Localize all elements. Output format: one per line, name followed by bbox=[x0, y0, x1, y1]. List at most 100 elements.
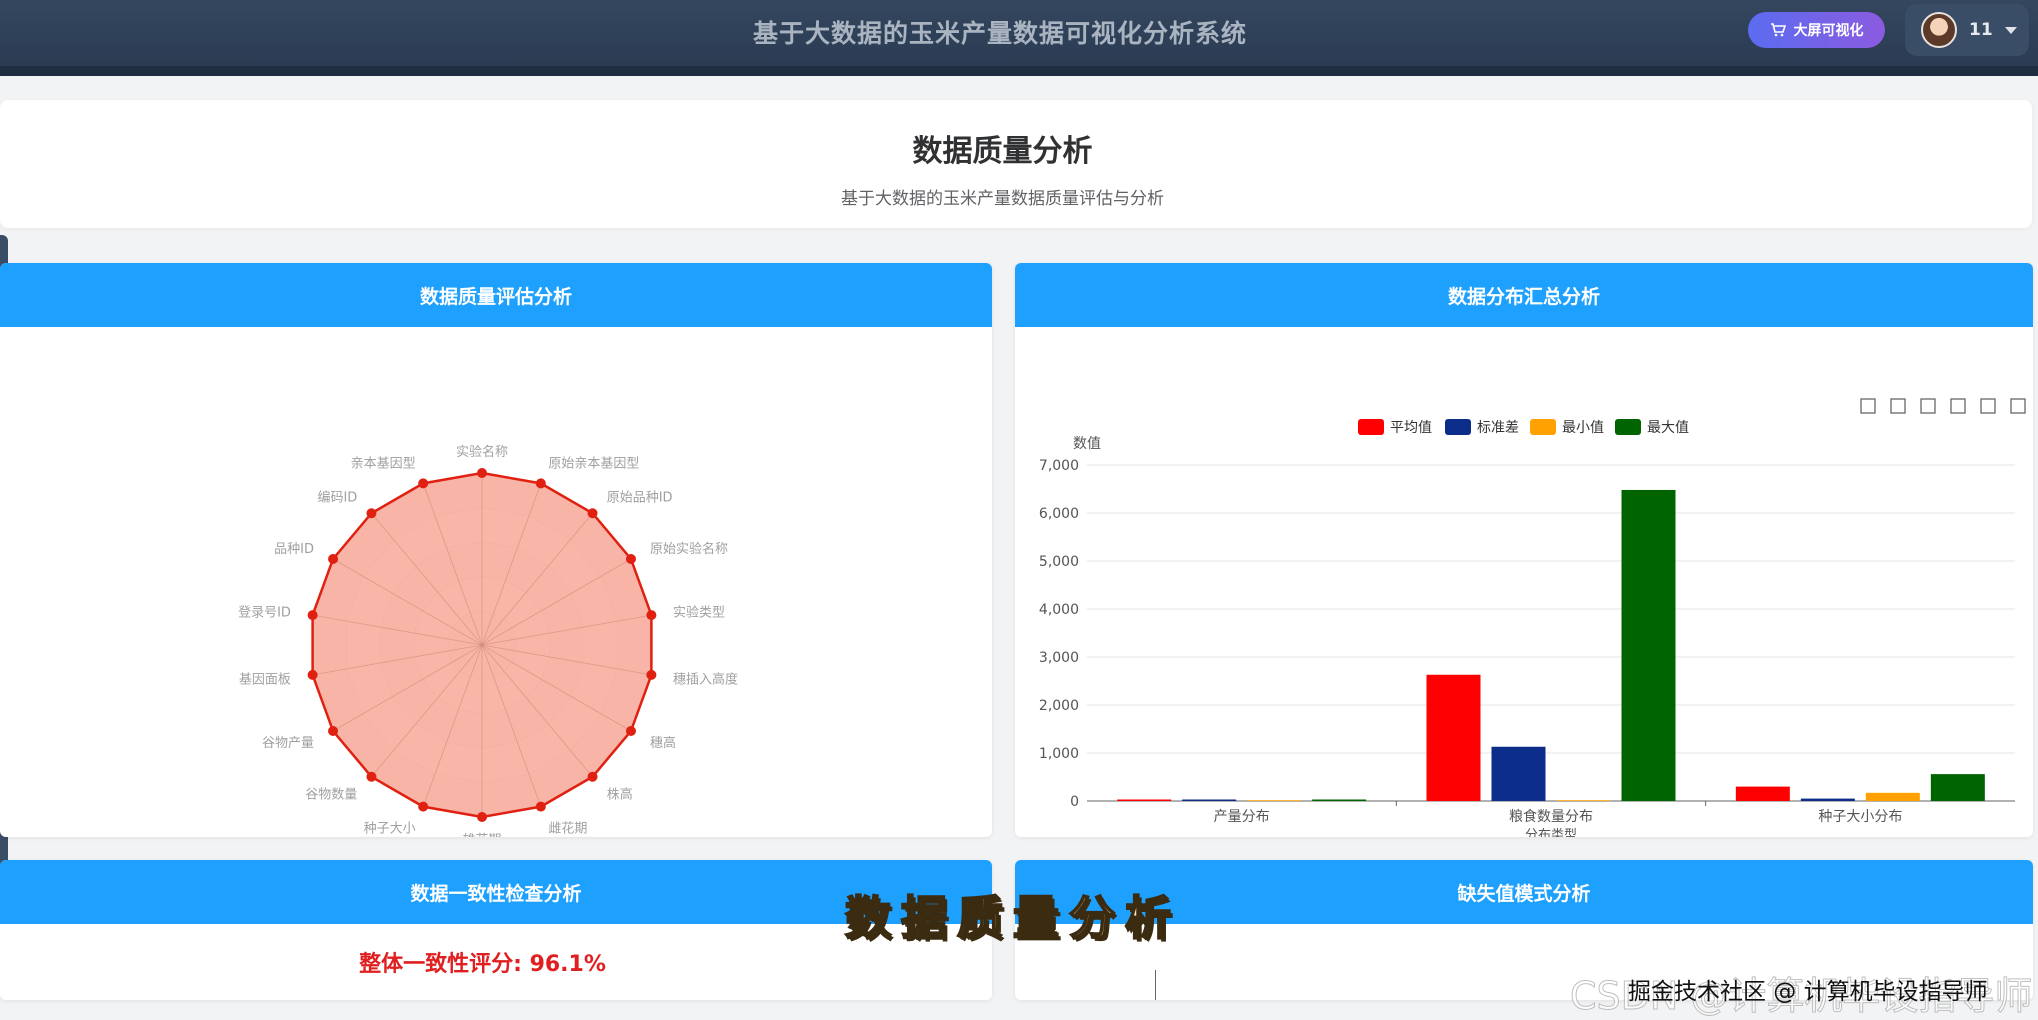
restore-icon bbox=[1920, 398, 1936, 414]
legend-swatch bbox=[1530, 419, 1556, 435]
legend-swatch bbox=[1445, 419, 1471, 435]
user-name: 11 bbox=[1969, 20, 1993, 40]
bar bbox=[1312, 799, 1367, 801]
crop-icon bbox=[1860, 398, 1876, 414]
x-tick-label: 粮食数量分布 bbox=[1509, 808, 1593, 825]
radar-indicator-label: 雌花期 bbox=[548, 820, 587, 836]
bar bbox=[1735, 786, 1790, 801]
radar-indicator-label: 雄花期 bbox=[462, 832, 501, 837]
legend-label: 最小值 bbox=[1562, 420, 1604, 436]
radar-point bbox=[418, 478, 429, 489]
radar-point bbox=[535, 478, 546, 489]
radar-point bbox=[646, 669, 657, 680]
radar-indicator-label: 谷物数量 bbox=[305, 788, 357, 803]
consistency-panel: 数据一致性检查分析 整体一致性评分: 96.1% bbox=[0, 860, 992, 1000]
bar bbox=[1491, 746, 1546, 801]
bar bbox=[1865, 792, 1920, 801]
bar bbox=[1800, 798, 1855, 801]
y-tick-label: 4,000 bbox=[1039, 602, 1079, 618]
toolbox-glyph bbox=[1890, 398, 1906, 414]
radar-indicator-label: 谷物产量 bbox=[262, 736, 314, 751]
page-title: 数据质量分析 bbox=[912, 134, 1093, 169]
radar-indicator-label: 原始品种ID bbox=[607, 490, 673, 505]
quality-panel: 数据质量评估分析 实验名称 原始亲本基因型 原始品种ID 原始实验名称 实验类型 穗插入高… bbox=[0, 263, 992, 837]
y-tick-label: 1,000 bbox=[1039, 746, 1079, 762]
page-subtitle: 基于大数据的玉米产量数据质量评估与分析 bbox=[841, 189, 1164, 209]
y-tick-label: 3,000 bbox=[1039, 650, 1079, 666]
radar-point bbox=[366, 771, 377, 782]
distribution-panel: 数据分布汇总分析 平均值 标准差 最小值 最大值 数值 0 1,000 2,000 3,000 4… bbox=[1015, 263, 2033, 837]
radar-point bbox=[625, 726, 636, 736]
y-tick-label: 5,000 bbox=[1039, 554, 1079, 570]
consistency-score: 整体一致性评分: 96.1% bbox=[359, 952, 606, 977]
legend-label: 最大值 bbox=[1647, 420, 1689, 436]
toolbox-glyph bbox=[1860, 398, 1876, 414]
toolbox-glyph bbox=[1980, 398, 1996, 414]
toolbox-glyph bbox=[2010, 398, 2026, 414]
bar bbox=[1556, 800, 1611, 801]
x-tick-label: 产量分布 bbox=[1214, 809, 1270, 825]
bar bbox=[1247, 800, 1302, 801]
x-axis-title: 分布类型 bbox=[1525, 828, 1577, 837]
radar-chart[interactable]: 实验名称原始亲本基因型原始品种ID 原始实验名称实验类型穗插入高度穗高株高雌花期雄… bbox=[0, 327, 992, 837]
legend-label: 平均值 bbox=[1390, 420, 1432, 436]
bar-chart[interactable]: 平均值 标准差 最小值 最大值数值 0 1,000 2,000 3,000 4,000 5,000… bbox=[1015, 327, 2033, 837]
quality-panel-title: 数据质量评估分析 bbox=[0, 263, 992, 327]
radar-indicator-label: 基因面板 bbox=[239, 673, 291, 688]
radar-point bbox=[307, 669, 318, 680]
big-screen-label: 大屏可视化 bbox=[1793, 23, 1864, 39]
legend-swatch bbox=[1358, 419, 1384, 435]
line-chart-icon bbox=[1980, 398, 1996, 414]
radar-point bbox=[477, 468, 487, 478]
legend-swatch bbox=[1615, 419, 1641, 435]
axis-line bbox=[1155, 970, 1156, 1000]
radar-point bbox=[587, 508, 598, 519]
user-menu[interactable]: 11 bbox=[1905, 4, 2029, 56]
bar-chart-icon bbox=[2010, 398, 2026, 414]
radar-indicator-label: 登录号ID bbox=[238, 605, 291, 620]
avatar bbox=[1921, 12, 1957, 48]
legend-label: 标准差 bbox=[1477, 420, 1519, 436]
page-header-card: 数据质量分析 基于大数据的玉米产量数据质量评估与分析 bbox=[0, 100, 2032, 228]
y-tick-label: 7,000 bbox=[1039, 458, 1079, 474]
radar-point bbox=[307, 610, 318, 621]
y-axis-title: 数值 bbox=[1073, 436, 1101, 452]
radar-point bbox=[328, 554, 339, 564]
radar-indicator-label: 亲本基因型 bbox=[351, 457, 416, 472]
radar-indicator-label: 穗插入高度 bbox=[673, 672, 738, 688]
toolbox-glyph bbox=[1950, 398, 1966, 414]
caret-down-icon bbox=[2004, 26, 2017, 34]
bar bbox=[1426, 674, 1481, 801]
radar-indicator-label: 实验类型 bbox=[673, 604, 725, 620]
radar-point bbox=[477, 812, 487, 822]
crop-reset-icon bbox=[1890, 398, 1906, 414]
radar-indicator-label: 原始实验名称 bbox=[650, 541, 728, 557]
bar bbox=[1182, 799, 1237, 801]
big-screen-button[interactable]: 大屏可视化 bbox=[1748, 12, 1885, 48]
top-bar: 基于大数据的玉米产量数据可视化分析系统 大屏可视化 11 bbox=[0, 0, 2038, 76]
y-tick-label: 2,000 bbox=[1039, 698, 1079, 714]
cart-icon bbox=[1770, 23, 1786, 37]
toolbox-glyph bbox=[1920, 398, 1936, 414]
radar-point bbox=[535, 801, 546, 812]
radar-indicator-label: 原始亲本基因型 bbox=[548, 457, 639, 472]
radar-point bbox=[646, 610, 657, 621]
bar bbox=[1621, 489, 1676, 801]
video-caption: 数据质量分析 bbox=[844, 890, 1181, 946]
app-title: 基于大数据的玉米产量数据可视化分析系统 bbox=[752, 19, 1247, 48]
radar-point bbox=[625, 554, 636, 564]
radar-indicator-label: 品种ID bbox=[274, 542, 314, 557]
radar-indicator-label: 株高 bbox=[607, 787, 633, 803]
y-tick-label: 6,000 bbox=[1039, 506, 1079, 522]
consistency-panel-title: 数据一致性检查分析 bbox=[0, 860, 992, 924]
radar-point bbox=[418, 801, 429, 812]
credit-text: 掘金技术社区 @ 计算机毕设指导师 bbox=[1628, 979, 1988, 1005]
bar bbox=[1930, 774, 1985, 801]
download-icon bbox=[1950, 398, 1966, 414]
radar-indicator-label: 穗高 bbox=[650, 735, 676, 751]
radar-indicator-label: 编码ID bbox=[317, 490, 357, 505]
distribution-panel-title: 数据分布汇总分析 bbox=[1015, 263, 2033, 327]
radar-point bbox=[587, 771, 598, 782]
radar-indicator-label: 种子大小 bbox=[364, 821, 416, 836]
x-tick-label: 种子大小分布 bbox=[1818, 809, 1902, 825]
